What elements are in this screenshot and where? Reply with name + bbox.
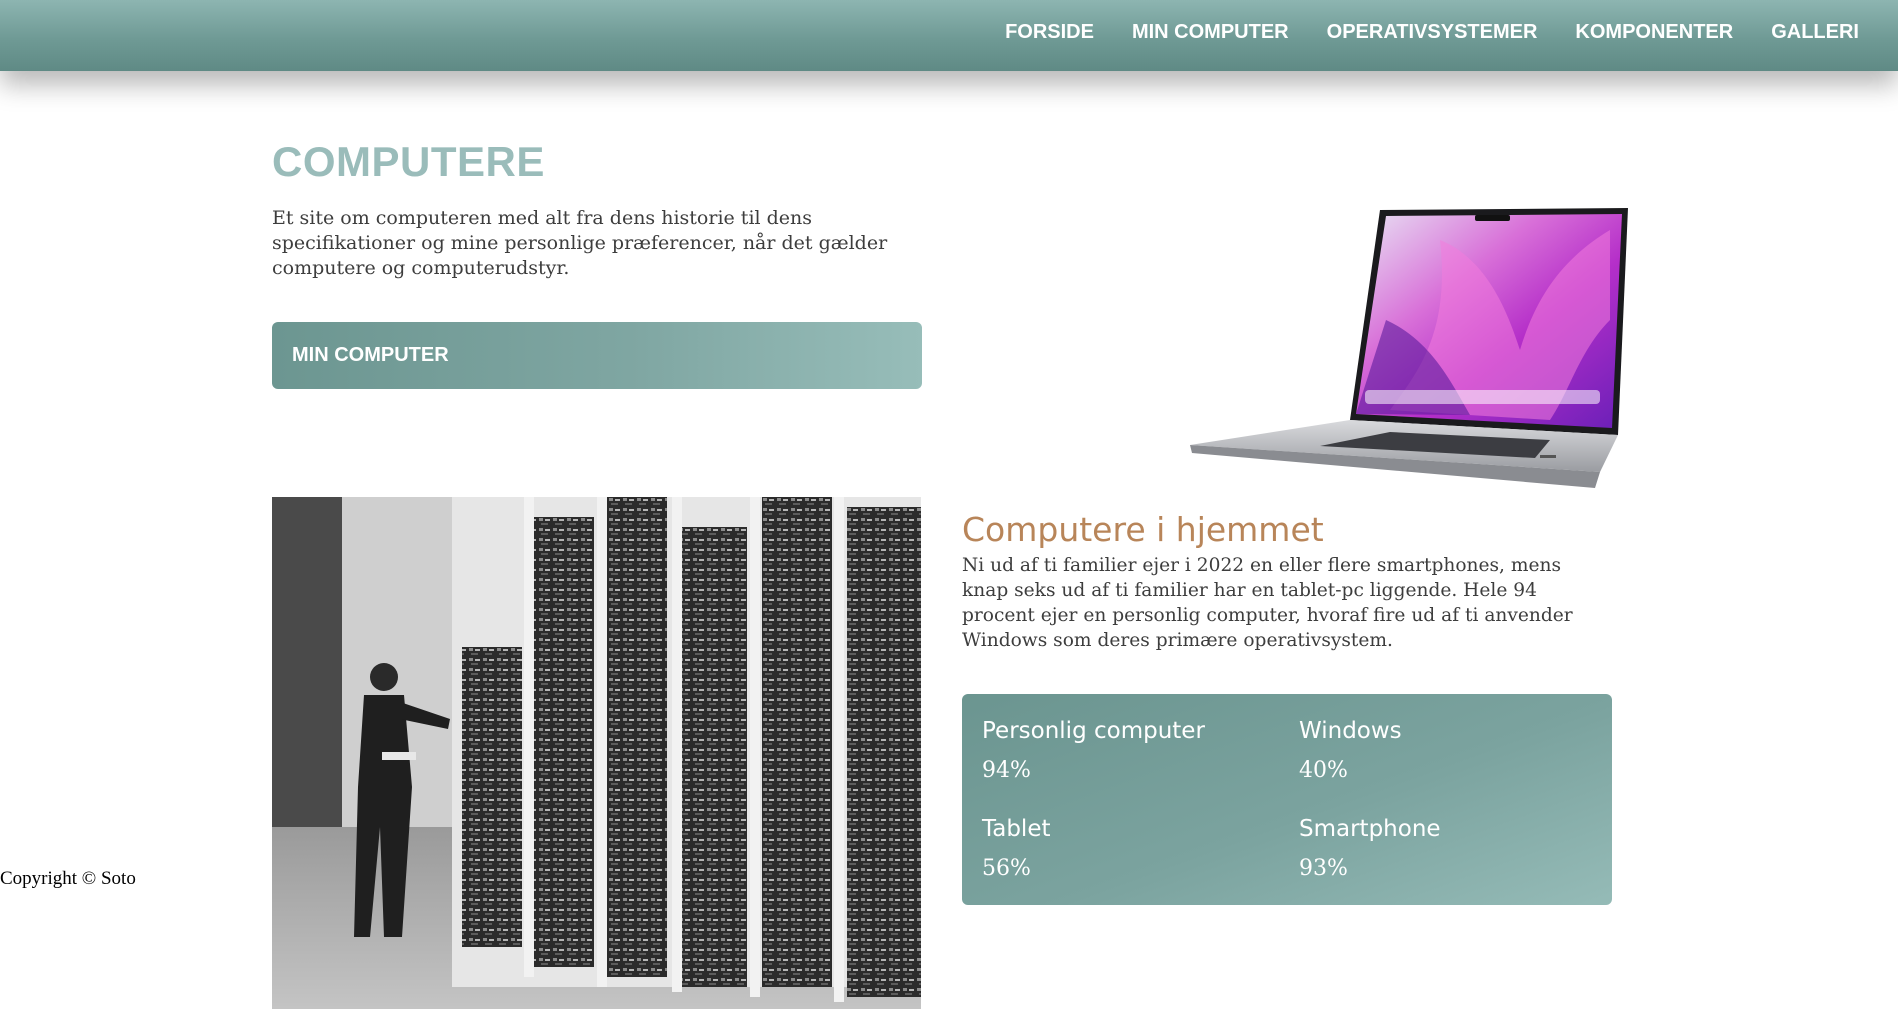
stat-smartphone: Smartphone 93% bbox=[1299, 816, 1441, 881]
site-header: FORSIDE MIN COMPUTER OPERATIVSYSTEMER KO… bbox=[0, 0, 1898, 71]
stat-personlig-computer: Personlig computer 94% bbox=[982, 718, 1205, 783]
stat-value: 93% bbox=[1299, 856, 1348, 881]
laptop-image bbox=[1190, 200, 1630, 500]
stat-value: 40% bbox=[1299, 758, 1348, 783]
stat-label: Smartphone bbox=[1299, 816, 1441, 842]
intro-text: Et site om computeren med alt fra dens h… bbox=[272, 207, 888, 279]
section-text: Ni ud af ti familier ejer i 2022 en elle… bbox=[962, 555, 1573, 651]
min-computer-button[interactable]: MIN COMPUTER bbox=[272, 322, 922, 389]
nav-item-operativsystemer[interactable]: OPERATIVSYSTEMER bbox=[1327, 21, 1538, 44]
stat-label: Tablet bbox=[982, 816, 1051, 842]
main-nav: FORSIDE MIN COMPUTER OPERATIVSYSTEMER KO… bbox=[1005, 0, 1859, 64]
stats-panel: Personlig computer 94% Windows 40% Table… bbox=[962, 694, 1612, 905]
stat-value: 94% bbox=[982, 758, 1031, 783]
mainframe-photo bbox=[272, 497, 921, 1009]
nav-item-forside[interactable]: FORSIDE bbox=[1005, 21, 1094, 44]
nav-item-galleri[interactable]: GALLERI bbox=[1771, 21, 1859, 44]
section-title: Computere i hjemmet bbox=[962, 510, 1324, 549]
page-title: COMPUTERE bbox=[272, 138, 545, 185]
nav-item-komponenter[interactable]: KOMPONENTER bbox=[1575, 21, 1733, 44]
stat-label: Windows bbox=[1299, 718, 1402, 744]
nav-item-min-computer[interactable]: MIN COMPUTER bbox=[1132, 21, 1289, 44]
copyright-text: Copyright © Soto bbox=[0, 868, 136, 889]
stat-label: Personlig computer bbox=[982, 718, 1205, 744]
stat-windows: Windows 40% bbox=[1299, 718, 1402, 783]
stat-tablet: Tablet 56% bbox=[982, 816, 1051, 881]
stat-value: 56% bbox=[982, 856, 1031, 881]
